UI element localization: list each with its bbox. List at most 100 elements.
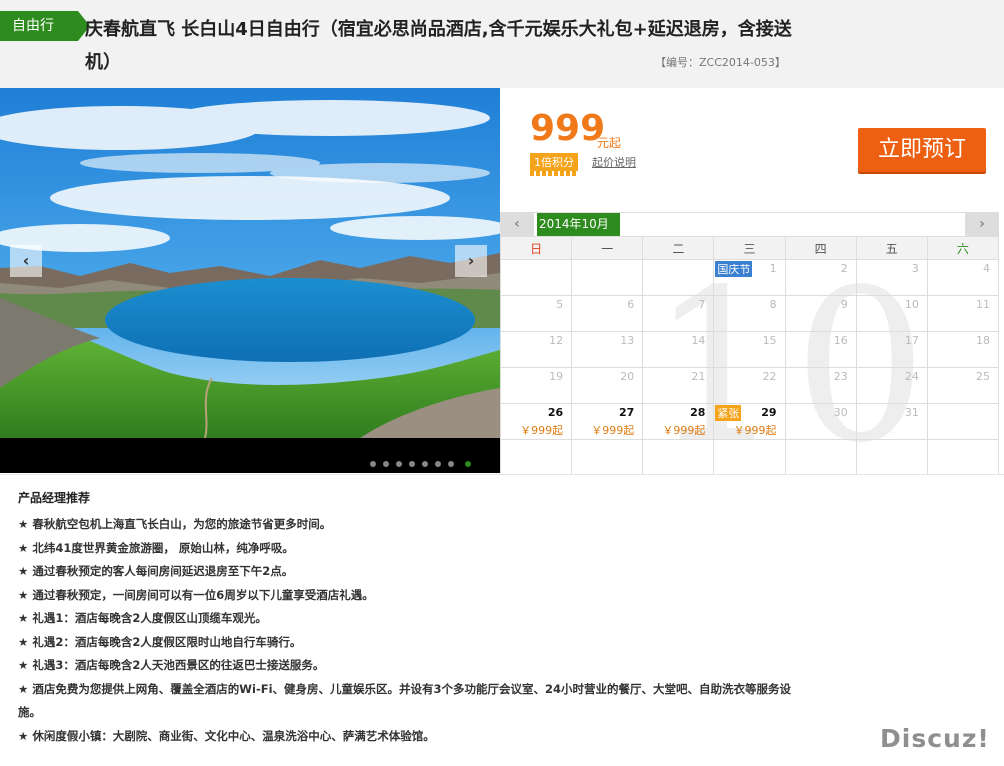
calendar-day-cell: 21	[642, 367, 715, 404]
calendar-prev-month-button[interactable]: ‹	[500, 213, 534, 236]
calendar-day-cell	[642, 439, 715, 476]
photo-slideshow[interactable]: ‹ ›	[0, 88, 500, 473]
day-number: 8	[769, 298, 777, 311]
day-number: 22	[762, 370, 777, 383]
recommendation-item: ★ 通过春秋预定的客人每间房间延迟退房至下午2点。	[18, 564, 294, 578]
day-number: 4	[983, 262, 990, 275]
chevron-left-icon: ‹	[22, 251, 30, 270]
calendar-day-cell	[713, 439, 786, 476]
calendar-day-cell: 31	[855, 403, 928, 440]
landscape-photo	[0, 88, 500, 438]
day-number: 13	[620, 334, 635, 347]
book-now-button[interactable]: 立即预订	[858, 128, 986, 172]
calendar-week-row	[499, 439, 1000, 476]
calendar-day-cell: 5	[499, 295, 573, 332]
calendar-day-cell: 25	[926, 367, 1000, 404]
calendar-month-label: 2014年10月	[537, 213, 620, 236]
day-number: 6	[627, 298, 635, 311]
slide-prev-button[interactable]: ‹	[10, 245, 42, 277]
day-number: 23	[833, 370, 848, 383]
slide-dot[interactable]	[383, 461, 389, 467]
calendar-day-cell: 10	[855, 295, 928, 332]
day-number: 12	[549, 334, 564, 347]
calendar-day-cell: 6	[571, 295, 644, 332]
manager-recommendation: 产品经理推荐 ★ 春秋航空包机上海直飞长白山，为您的旅途节省更多时间。 ★ 北纬4…	[0, 474, 1004, 766]
slide-dot[interactable]	[448, 461, 454, 467]
calendar-day-cell: 17	[855, 331, 928, 368]
day-number: 7	[698, 298, 706, 311]
price-panel: 999 元起 1倍积分 起价说明 立即预订	[500, 88, 1000, 212]
chevron-right-icon: ›	[979, 216, 985, 232]
category-tag: 自由行	[0, 11, 90, 41]
day-number: 31	[904, 406, 919, 419]
calendar-day-cell: 24	[855, 367, 928, 404]
calendar-day-cell: 22	[713, 367, 786, 404]
recommendation-list: ★ 春秋航空包机上海直飞长白山，为您的旅途节省更多时间。 ★ 北纬41度世界黄金旅…	[18, 513, 808, 748]
day-price: ￥999起	[733, 424, 777, 437]
weekday-sat: 六	[926, 236, 1000, 260]
day-number: 21	[691, 370, 706, 383]
recommendation-item: ★ 礼遇1：酒店每晚含2人度假区山顶缆车观光。	[18, 611, 267, 625]
day-number: 27	[618, 406, 635, 419]
calendar-day-cell[interactable]: 28 ￥999起	[642, 403, 715, 440]
holiday-badge: 国庆节	[715, 261, 753, 277]
day-number: 14	[691, 334, 706, 347]
recommendation-title: 产品经理推荐	[18, 491, 91, 505]
day-number: 19	[549, 370, 564, 383]
slide-dot[interactable]	[396, 461, 402, 467]
weekday-sun: 日	[499, 236, 573, 260]
weekday-thu: 四	[784, 236, 857, 260]
calendar-day-cell: 国庆节 1	[713, 259, 786, 296]
price-note-link[interactable]: 起价说明	[592, 154, 636, 170]
slide-dot[interactable]	[465, 461, 471, 467]
calendar-week-row: 26 ￥999起 27 ￥999起 28 ￥999起 紧张 29 ￥999起 30 31	[499, 403, 1000, 440]
recommendation-item: ★ 北纬41度世界黄金旅游圈， 原始山林，纯净呼吸。	[18, 540, 294, 555]
day-number: 18	[976, 334, 990, 347]
calendar-day-cell: 9	[784, 295, 857, 332]
price-amount: 999	[530, 108, 606, 149]
calendar-day-cell[interactable]: 紧张 29 ￥999起	[713, 403, 786, 440]
slide-next-button[interactable]: ›	[455, 245, 487, 277]
departure-calendar: ‹ 2014年10月 › 日 一 二 三 四 五 六 国庆节 1 2 3 4 5 6 7 8 9 1…	[499, 212, 1000, 476]
recommendation-item: ★ 休闲度假小镇：大剧院、商业街、文化中心、温泉洗浴中心、萨满艺术体验馆。	[18, 728, 435, 743]
day-price: ￥999起	[591, 424, 635, 437]
calendar-next-month-button[interactable]: ›	[965, 213, 999, 236]
calendar-day-cell: 20	[571, 367, 644, 404]
day-number: 2	[840, 262, 848, 275]
calendar-week-row: 12 13 14 15 16 17 18	[499, 331, 1000, 368]
limited-badge: 紧张	[715, 405, 742, 421]
calendar-day-cell: 16	[784, 331, 857, 368]
slide-dot[interactable]	[409, 461, 415, 467]
recommendation-item: ★ 春秋航空包机上海直飞长白山，为您的旅途节省更多时间。	[18, 517, 332, 531]
day-number: 3	[911, 262, 919, 275]
calendar-day-cell	[499, 439, 573, 476]
slide-dot[interactable]	[435, 461, 441, 467]
calendar-day-cell[interactable]: 27 ￥999起	[571, 403, 644, 440]
calendar-day-cell	[926, 403, 1000, 440]
calendar-day-cell[interactable]: 26 ￥999起	[499, 403, 573, 440]
day-number: 10	[904, 298, 919, 311]
calendar-day-cell: 30	[784, 403, 857, 440]
day-number: 30	[833, 406, 848, 419]
calendar-day-cell: 18	[926, 331, 1000, 368]
calendar-day-cell	[926, 439, 1000, 476]
discuz-watermark-logo: Discuz!	[880, 724, 990, 753]
calendar-day-cell: 11	[926, 295, 1000, 332]
calendar-day-cell: 15	[713, 331, 786, 368]
day-number: 25	[976, 370, 990, 383]
slide-dot[interactable]	[370, 461, 376, 467]
calendar-week-row: 19 20 21 22 23 24 25	[499, 367, 1000, 404]
day-number: 16	[833, 334, 848, 347]
price-unit: 元起	[597, 136, 622, 150]
slide-indicator	[370, 452, 478, 467]
weekday-wed: 三	[713, 236, 786, 260]
product-code: 【编号：ZCC2014-053】	[655, 56, 786, 69]
slide-dot[interactable]	[422, 461, 428, 467]
calendar-day-cell: 3	[855, 259, 928, 296]
calendar-day-cell: 8	[713, 295, 786, 332]
day-number: 11	[976, 298, 990, 311]
calendar-week-row: 5 6 7 8 9 10 11	[499, 295, 1000, 332]
calendar-week-row: 国庆节 1 2 3 4	[499, 259, 1000, 296]
weekday-tue: 二	[642, 236, 715, 260]
calendar-day-cell: 13	[571, 331, 644, 368]
